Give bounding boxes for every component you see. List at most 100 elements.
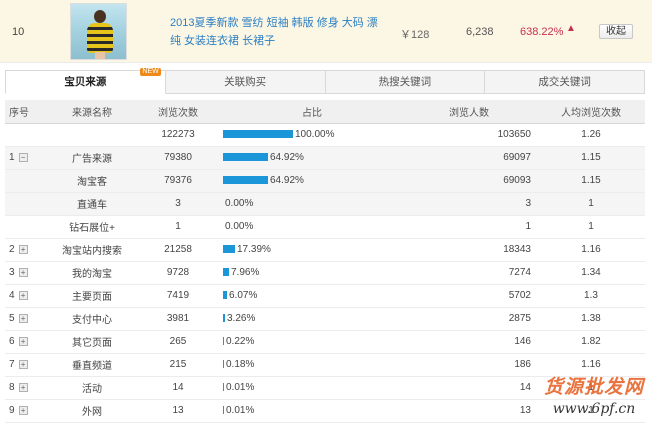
cell-ratio: 0.18% [223, 353, 401, 377]
expand-icon[interactable]: + [18, 245, 28, 254]
cell-source-name: 广告来源 [51, 146, 133, 170]
tab-item-source[interactable]: 宝贝来源 NEW [5, 68, 166, 94]
table-row: 9 + 外网 13 0.01% 13 1 [5, 399, 645, 423]
cell-visitors: 18343 [401, 238, 537, 262]
cell-index: 2 + [5, 238, 51, 262]
cell-avg-views: 1.3 [537, 284, 645, 308]
header-ratio: 占比 [223, 100, 401, 124]
tab-hot-keywords[interactable]: 热搜关键词 [325, 70, 486, 94]
cell-pageviews: 14 [133, 376, 223, 400]
cell-pageviews: 215 [133, 353, 223, 377]
expand-icon[interactable]: + [18, 406, 28, 415]
cell-visitors: 7274 [401, 261, 537, 285]
product-change-rate: 638.22% [520, 26, 564, 38]
cell-avg-views: 1 [537, 192, 645, 216]
product-visits: 6,238 [466, 26, 494, 38]
cell-ratio: 64.92% [223, 169, 401, 193]
ratio-percent: 64.92% [270, 151, 304, 163]
table-row: 122273 100.00% 103650 1.26 [5, 123, 645, 147]
expand-icon[interactable]: + [18, 337, 28, 346]
ratio-percent: 0.00% [225, 220, 254, 232]
arrow-up-icon: ▲ [566, 23, 576, 34]
ratio-percent: 17.39% [237, 243, 271, 255]
ratio-percent: 6.07% [229, 289, 258, 301]
row-index: 8 [9, 382, 15, 393]
tab-label: 宝贝来源 [64, 76, 107, 88]
cell-ratio: 0.01% [223, 376, 401, 400]
cell-source-name: 直通车 [51, 192, 133, 216]
cell-source-name: 活动 [51, 376, 133, 400]
row-index: 2 [9, 244, 15, 255]
row-index: 6 [9, 336, 15, 347]
cell-index [5, 123, 51, 147]
cell-visitors: 146 [401, 330, 537, 354]
expand-icon[interactable]: + [18, 268, 28, 277]
tab-label: 关联购买 [224, 76, 267, 88]
cell-ratio: 0.01% [223, 399, 401, 423]
ratio-bar [223, 176, 268, 185]
ratio-percent: 0.22% [226, 335, 255, 347]
cell-avg-views: 1.16 [537, 238, 645, 262]
cell-pageviews: 7419 [133, 284, 223, 308]
cell-ratio: 17.39% [223, 238, 401, 262]
table-row: 5 + 支付中心 3981 3.26% 2875 1.38 [5, 307, 645, 331]
ratio-percent: 0.00% [225, 197, 254, 209]
cell-avg-views: 1.82 [537, 330, 645, 354]
cell-pageviews: 265 [133, 330, 223, 354]
cell-visitors: 103650 [401, 123, 537, 147]
cell-ratio: 64.92% [223, 146, 401, 170]
header-pageviews[interactable]: 浏览次数 [133, 100, 223, 124]
cell-visitors: 186 [401, 353, 537, 377]
thumbnail-figure-head [94, 10, 106, 23]
cell-pageviews: 21258 [133, 238, 223, 262]
table-row: 3 + 我的淘宝 9728 7.96% 7274 1.34 [5, 261, 645, 285]
cell-source-name: 其它页面 [51, 330, 133, 354]
cell-visitors: 3 [401, 192, 537, 216]
ratio-bar [223, 291, 227, 300]
ratio-bar [223, 406, 224, 415]
ratio-percent: 7.96% [231, 266, 260, 278]
cell-ratio: 3.26% [223, 307, 401, 331]
cell-ratio: 0.00% [223, 215, 401, 239]
ratio-bar [223, 314, 225, 323]
source-table: 序号 来源名称 浏览次数 占比 浏览人数 人均浏览次数 122273 100.00… [5, 100, 645, 423]
expand-icon[interactable]: + [18, 314, 28, 323]
ratio-percent: 64.92% [270, 174, 304, 186]
cell-avg-views: 1.15 [537, 146, 645, 170]
cell-source-name: 我的淘宝 [51, 261, 133, 285]
cell-source-name [51, 123, 133, 147]
cell-pageviews: 13 [133, 399, 223, 423]
row-index: 3 [9, 267, 15, 278]
cell-index: 3 + [5, 261, 51, 285]
product-title-link[interactable]: 2013夏季新款 雪纺 短袖 韩版 修身 大码 漂纯 女装连衣裙 长裙子 [170, 14, 385, 50]
collapse-button[interactable]: 收起 [599, 24, 633, 39]
table-row: 淘宝客 79376 64.92% 69093 1.15 [5, 169, 645, 193]
cell-pageviews: 9728 [133, 261, 223, 285]
cell-avg-views: 1 [537, 399, 645, 423]
header-avg-views[interactable]: 人均浏览次数 [537, 100, 645, 124]
header-visitors[interactable]: 浏览人数 [401, 100, 537, 124]
cell-ratio: 7.96% [223, 261, 401, 285]
table-row: 1− 广告来源 79380 64.92% 69097 1.15 [5, 146, 645, 170]
expand-icon[interactable]: + [18, 383, 28, 392]
tab-deal-keywords[interactable]: 成交关键词 [485, 70, 645, 94]
source-tabs: 宝贝来源 NEW 关联购买 热搜关键词 成交关键词 [5, 68, 645, 94]
cell-avg-views: 1 [537, 215, 645, 239]
tab-related-purchase[interactable]: 关联购买 [165, 70, 326, 94]
expand-icon[interactable]: + [18, 360, 28, 369]
cell-source-name: 支付中心 [51, 307, 133, 331]
cell-index: 1− [5, 146, 51, 170]
expand-icon[interactable]: + [18, 291, 28, 300]
cell-index [5, 169, 51, 193]
table-row: 钻石展位+ 1 0.00% 1 1 [5, 215, 645, 239]
row-index: 1 [9, 152, 15, 163]
table-row: 6 + 其它页面 265 0.22% 146 1.82 [5, 330, 645, 354]
cell-ratio: 0.00% [223, 192, 401, 216]
cell-source-name: 淘宝站内搜索 [51, 238, 133, 262]
ratio-bar [223, 245, 235, 254]
cell-pageviews: 3 [133, 192, 223, 216]
row-index: 7 [9, 359, 15, 370]
product-thumbnail[interactable] [70, 3, 127, 60]
cell-source-name: 垂直频道 [51, 353, 133, 377]
collapse-icon[interactable]: − [18, 153, 28, 162]
